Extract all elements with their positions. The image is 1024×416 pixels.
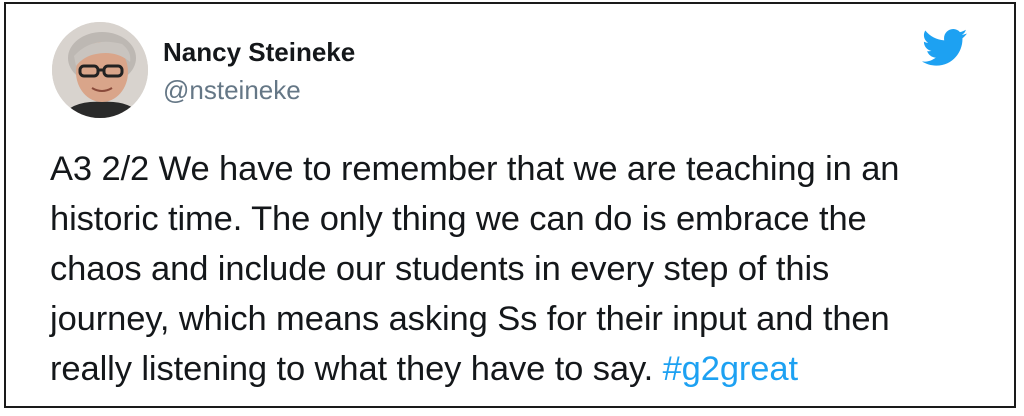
tweet-card: Nancy Steineke @nsteineke A3 2/2 We have… <box>4 2 1016 408</box>
tweet-line: A3 2/2 We have to remember that we are t… <box>50 150 900 188</box>
author-handle[interactable]: @nsteineke <box>163 74 355 106</box>
profile-photo <box>52 22 148 118</box>
tweet-body: A3 2/2 We have to remember that we are t… <box>50 144 990 394</box>
avatar[interactable] <box>52 22 148 118</box>
tweet-author: Nancy Steineke @nsteineke <box>163 36 355 106</box>
tweet-line: journey, which means asking Ss for their… <box>50 300 890 338</box>
tweet-line: chaos and include our students in every … <box>50 250 830 288</box>
tweet-line-last: really listening to what they have to sa… <box>50 344 990 394</box>
hashtag-link[interactable]: #g2great <box>663 350 799 388</box>
tweet-line: really listening to what they have to sa… <box>50 350 663 388</box>
twitter-bird-icon[interactable] <box>922 28 968 68</box>
author-display-name[interactable]: Nancy Steineke <box>163 36 355 68</box>
tweet-line: historic time. The only thing we can do … <box>50 200 867 238</box>
